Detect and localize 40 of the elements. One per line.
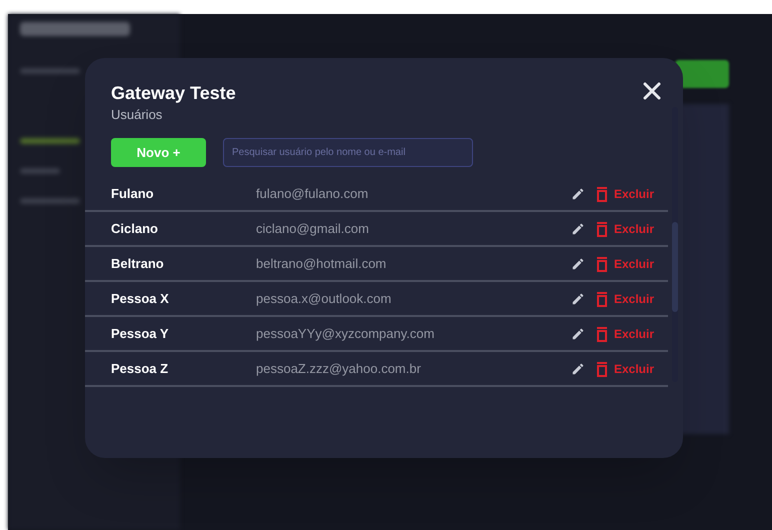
pencil-icon[interactable] (570, 362, 585, 376)
modal-title: Gateway Teste (111, 82, 236, 104)
delete-link[interactable]: Excluir (614, 360, 654, 378)
user-name: Ciclano (111, 220, 159, 238)
user-name: Pessoa Z (111, 360, 170, 378)
delete-link[interactable]: Excluir (614, 254, 654, 272)
user-email: pessoaZ.zzz@yahoo.com.br (256, 360, 422, 378)
user-name: Pessoa Y (111, 324, 170, 343)
delete-link[interactable]: Excluir (614, 324, 654, 342)
scrollbar-thumb[interactable] (672, 222, 678, 312)
delete-link[interactable]: Excluir (614, 220, 654, 238)
modal-subtitle: Usuários (111, 106, 164, 124)
menu-blur (20, 198, 80, 204)
trash-icon (596, 326, 608, 342)
trash-icon (596, 360, 608, 376)
user-name: Beltrano (111, 254, 165, 273)
user-email: beltrano@hotmail.com (256, 254, 388, 273)
user-email: fulano@fulano.com (256, 184, 370, 203)
user-name: Fulano (111, 184, 155, 203)
pencil-icon[interactable] (570, 292, 585, 306)
menu-blur (20, 138, 80, 144)
trash-icon (596, 220, 608, 236)
trash-icon (596, 256, 608, 272)
menu-blur (20, 68, 80, 74)
user-email: ciclano@gmail.com (256, 220, 370, 238)
user-email: pessoa.x@outlook.com (256, 290, 392, 308)
pencil-icon[interactable] (570, 222, 585, 236)
new-button[interactable]: Novo + (111, 138, 206, 167)
pencil-icon[interactable] (570, 186, 585, 200)
close-icon[interactable] (643, 82, 661, 100)
delete-link[interactable]: Excluir (614, 184, 654, 202)
user-email: pessoaYYy@xyzcompany.com (256, 324, 436, 343)
trash-icon (596, 186, 608, 202)
delete-link[interactable]: Excluir (614, 290, 654, 308)
pencil-icon[interactable] (570, 256, 585, 270)
pencil-icon[interactable] (570, 326, 585, 340)
search-field[interactable]: Pesquisar usuário pelo nome ou e-mail (223, 138, 473, 167)
user-name: Pessoa X (111, 290, 170, 308)
trash-icon (596, 290, 608, 306)
menu-blur (20, 168, 60, 174)
